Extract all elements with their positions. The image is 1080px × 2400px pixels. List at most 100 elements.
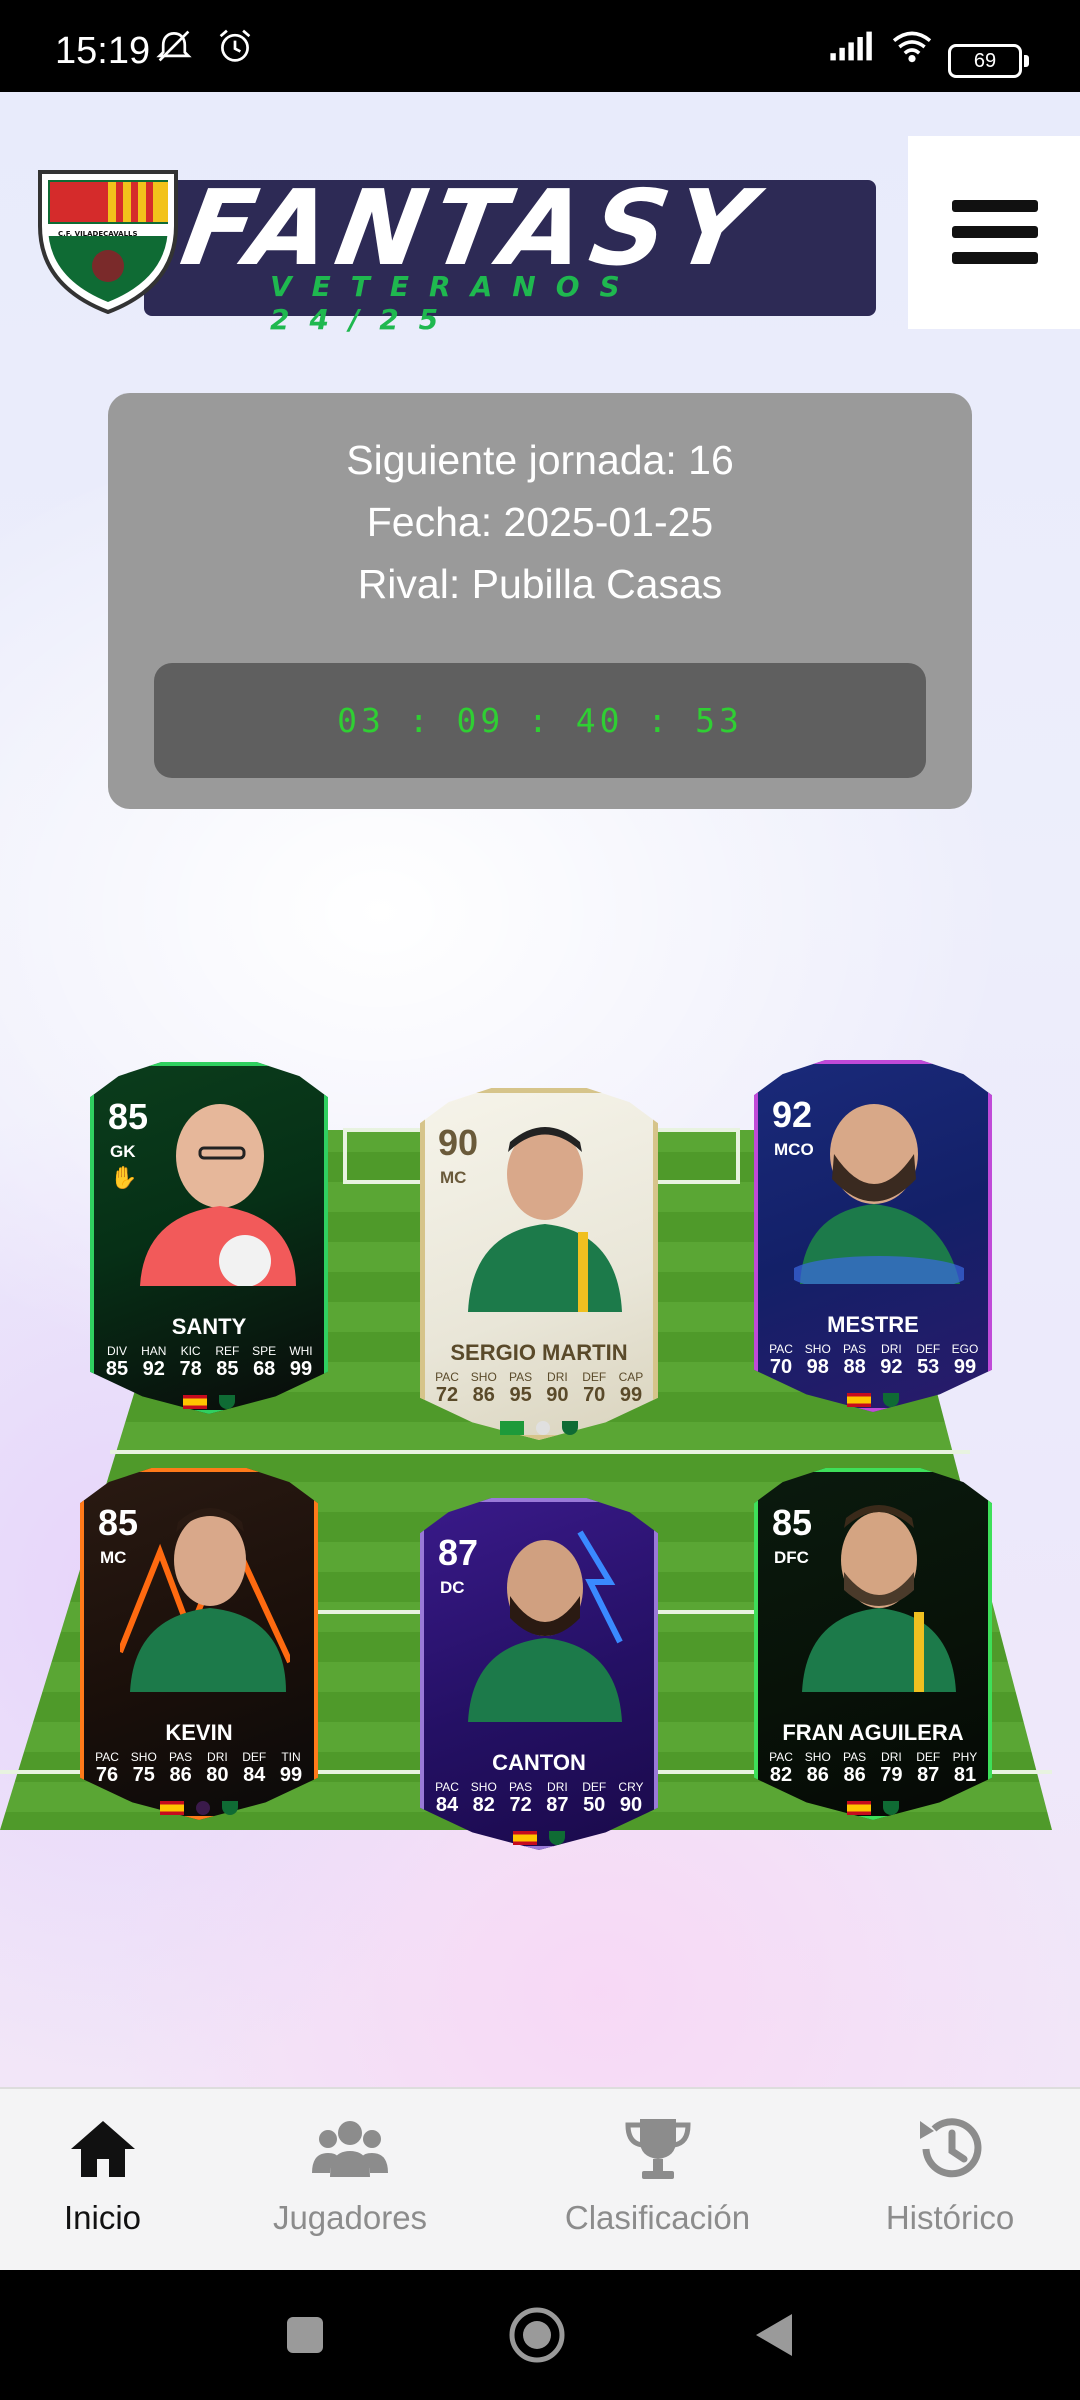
stat-3: PAS 86 (838, 1750, 872, 1787)
player-card[interactable]: 85 MC KEVIN PAC 76 SHO 75 PAS 86 DRI 80 DEF 8… (80, 1468, 318, 1820)
stat-5: SPE 68 (247, 1344, 281, 1381)
stat-6: WHI 99 (284, 1344, 318, 1381)
stat-label: PAS (843, 1342, 867, 1356)
bell-off-icon (156, 30, 192, 62)
nav-inicio[interactable]: Inicio (0, 2089, 205, 2272)
home-circle-icon[interactable] (508, 2306, 566, 2364)
status-time: 15:19 (55, 30, 151, 72)
stat-3: PAS 86 (164, 1750, 198, 1787)
player-card[interactable]: 85 GK ✋ SANTY DIV 85 HAN 92 KIC 78 REF 85 SP… (90, 1062, 328, 1414)
brazil-flag-icon (500, 1420, 525, 1435)
stat-label: PHY (952, 1750, 978, 1764)
player-position: MCO (774, 1140, 814, 1159)
stat-value: 90 (546, 1384, 569, 1406)
club-crest-icon (38, 170, 178, 314)
back-icon[interactable] (752, 2310, 796, 2360)
trophy-icon (624, 2119, 691, 2179)
stat-value: 99 (279, 1764, 303, 1786)
status-bar: 15:19 69 (0, 0, 1080, 92)
nav-jugadores[interactable]: Jugadores (205, 2089, 495, 2272)
player-card[interactable]: 92 MCO MESTRE PAC 70 SHO 98 PAS 88 DRI 92 DE… (754, 1060, 992, 1412)
player-photo (120, 1508, 290, 1692)
stat-value: 85 (105, 1358, 129, 1380)
stat-label: PAC (435, 1370, 459, 1384)
glove-icon: ✋ (110, 1166, 138, 1191)
stat-label: PAS (169, 1750, 193, 1764)
stat-1: DIV 85 (100, 1344, 134, 1381)
club-badge-icon (548, 1830, 565, 1845)
stat-label: PAS (509, 1780, 533, 1794)
stat-value: 87 (546, 1794, 569, 1816)
recents-icon[interactable] (284, 2314, 326, 2356)
stat-1: PAC 76 (90, 1750, 124, 1787)
player-stats: PAC 76 SHO 75 PAS 86 DRI 80 DEF 84 TIN 99 (90, 1750, 308, 1787)
stat-label: SPE (252, 1344, 277, 1358)
stat-value: 86 (472, 1384, 495, 1406)
alarm-icon (219, 29, 251, 62)
stat-3: PAS 88 (838, 1342, 872, 1379)
stat-label: SHO (130, 1750, 157, 1764)
stat-label: DRI (547, 1780, 568, 1794)
stat-value: 72 (509, 1794, 532, 1816)
menu-bar-bottom (952, 252, 1038, 264)
stat-label: DEF (242, 1750, 267, 1764)
lineup-field: 85 GK ✋ SANTY DIV 85 HAN 92 KIC 78 REF 85 SP… (0, 1032, 1080, 1850)
stat-label: DRI (881, 1750, 902, 1764)
stat-value: 95 (509, 1384, 532, 1406)
player-name: SERGIO MARTIN (450, 1340, 628, 1365)
player-card[interactable]: 85 DFC FRAN AGUILERA PAC 82 SHO 86 PAS 86 D… (754, 1468, 992, 1820)
player-name: MESTRE (827, 1312, 919, 1337)
stat-value: 99 (953, 1356, 977, 1378)
stat-label: DRI (547, 1370, 568, 1384)
player-stats: PAC 70 SHO 98 PAS 88 DRI 92 DEF 53 EGO 99 (764, 1342, 982, 1379)
player-name: KEVIN (165, 1720, 233, 1745)
wifi-icon (892, 31, 932, 63)
league-badge-icon (196, 1800, 210, 1815)
spain-flag-icon (513, 1830, 538, 1845)
stat-label: TIN (281, 1750, 301, 1764)
card-flags (754, 1800, 992, 1815)
stat-label: CRY (618, 1780, 644, 1794)
nav-label: Histórico (885, 2199, 1015, 2236)
bottom-nav: Inicio Jugadores Clasificación Histórico (0, 2087, 1080, 2272)
stat-value: 84 (243, 1764, 266, 1786)
stat-6: EGO 99 (948, 1342, 982, 1379)
nav-clasificacion[interactable]: Clasificación (495, 2089, 820, 2272)
stat-value: 79 (880, 1764, 903, 1786)
stat-label: PAC (435, 1780, 459, 1794)
signal-icon (830, 31, 872, 61)
player-card[interactable]: 90 MC SERGIO MARTIN PAC 72 SHO 86 PAS 95 DR… (420, 1088, 658, 1440)
stat-5: DEF 53 (911, 1342, 945, 1379)
match-rival: Rival: Pubilla Casas (357, 561, 723, 607)
stat-value: 88 (843, 1356, 866, 1378)
club-badge-icon (882, 1392, 899, 1407)
stat-6: TIN 99 (274, 1750, 308, 1787)
stat-value: 86 (169, 1764, 192, 1786)
stat-4: DRI 79 (874, 1750, 908, 1787)
app-logo: FANTASY VETERANOS 24/25 C.F. VILADECAVAL… (34, 166, 876, 336)
stat-value: 76 (95, 1764, 119, 1786)
club-badge-icon (218, 1394, 235, 1409)
stat-2: HAN 92 (137, 1344, 171, 1381)
stat-3: PAS 72 (504, 1780, 538, 1817)
spain-flag-icon (847, 1800, 872, 1815)
stat-value: 78 (179, 1358, 202, 1380)
stat-label: SHO (804, 1750, 831, 1764)
stat-5: DEF 87 (911, 1750, 945, 1787)
history-icon (920, 2118, 982, 2178)
card-flags (90, 1394, 328, 1409)
player-card[interactable]: 87 DC CANTON PAC 84 SHO 82 PAS 72 DRI 87 DEF… (420, 1498, 658, 1850)
player-rating: 85 (108, 1096, 149, 1137)
stat-value: 99 (289, 1358, 313, 1380)
stat-value: 50 (583, 1794, 606, 1816)
stat-label: KIC (180, 1344, 201, 1358)
stat-value: 86 (843, 1764, 866, 1786)
nav-label: Jugadores (272, 2199, 428, 2236)
club-badge-icon (221, 1800, 238, 1815)
menu-button[interactable] (908, 136, 1080, 329)
stat-label: DRI (207, 1750, 228, 1764)
nav-historico[interactable]: Histórico (840, 2089, 1060, 2272)
stat-2: SHO 86 (467, 1370, 501, 1407)
player-rating: 87 (438, 1532, 479, 1573)
player-photo (802, 1505, 956, 1692)
